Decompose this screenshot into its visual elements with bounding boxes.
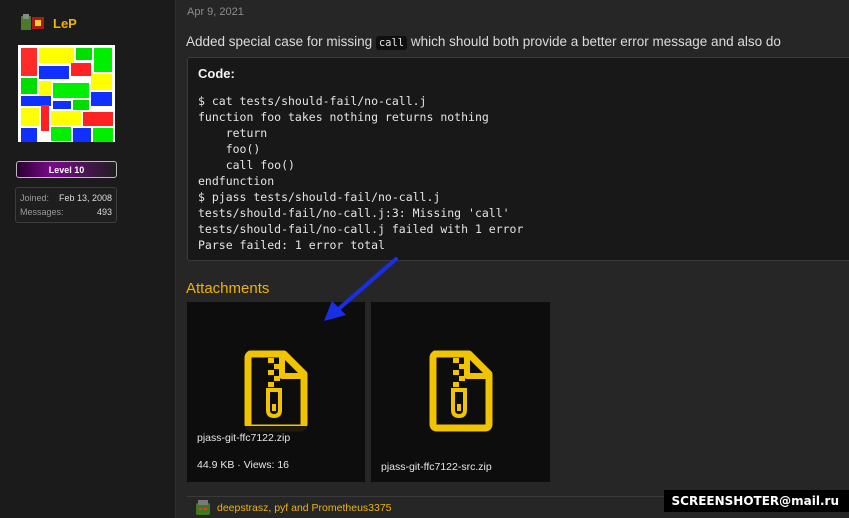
level-badge: Level 10 — [16, 161, 117, 178]
user-sidebar: LeP Level 10 Joined: Feb 13, 2008 Messag — [0, 0, 176, 518]
avatar[interactable] — [18, 45, 115, 142]
code-line: foo() — [198, 142, 261, 156]
code-line: function foo takes nothing returns nothi… — [198, 110, 489, 124]
code-block: Code: $ cat tests/should-fail/no-call.j … — [187, 57, 849, 261]
post-text-part: Added special case for missing — [186, 34, 376, 49]
attachment-stats: 44.9 KB · Views: 16 — [197, 459, 290, 471]
username-link[interactable]: LeP — [53, 16, 77, 31]
reaction-icon — [193, 499, 213, 517]
reactions-users[interactable]: deepstrasz, pyf and Prometheus3375 — [217, 502, 392, 514]
annotation-arrow — [320, 255, 400, 325]
post-text-part: which should both provide a better error… — [407, 34, 781, 49]
code-block-title: Code: — [198, 66, 235, 81]
attachments-heading: Attachments — [186, 280, 270, 297]
watermark: SCREENSHOTER@mail.ru — [663, 490, 849, 512]
attachment-card[interactable]: pjass-git-ffc7122.zip 44.9 KB · Views: 1… — [187, 302, 365, 482]
code-lines[interactable]: $ cat tests/should-fail/no-call.j functi… — [198, 93, 849, 253]
attachment-meta: pjass-git-ffc7122-src.zip — [371, 454, 550, 482]
code-line: $ cat tests/should-fail/no-call.j — [198, 94, 427, 108]
post-date[interactable]: Apr 9, 2021 — [187, 6, 244, 18]
stat-value: Feb 13, 2008 — [58, 193, 112, 203]
code-line: tests/should-fail/no-call.j:3: Missing '… — [198, 206, 510, 220]
stat-label: Messages: — [20, 207, 64, 217]
stat-joined: Joined: Feb 13, 2008 — [20, 191, 112, 205]
user-rank-icon — [19, 13, 47, 33]
code-line: tests/should-fail/no-call.j failed with … — [198, 222, 524, 236]
attachment-filename[interactable]: pjass-git-ffc7122-src.zip — [381, 461, 492, 473]
code-line: endfunction — [198, 174, 275, 188]
attachment-filename[interactable]: pjass-git-ffc7122.zip — [197, 432, 290, 444]
code-line: Parse failed: 1 error total — [198, 238, 385, 252]
stat-value[interactable]: 493 — [97, 205, 112, 219]
user-header: LeP — [19, 13, 77, 33]
attachment-card[interactable]: pjass-git-ffc7122-src.zip — [371, 302, 550, 482]
user-stats: Joined: Feb 13, 2008 Messages: 493 — [15, 187, 117, 223]
post-text: Added special case for missing call whic… — [186, 34, 849, 50]
inline-code: call — [375, 36, 408, 50]
attachment-meta: pjass-git-ffc7122.zip 44.9 KB · Views: 1… — [187, 426, 365, 482]
code-line: return — [198, 126, 268, 140]
code-line: $ pjass tests/should-fail/no-call.j — [198, 190, 441, 204]
stat-label: Joined: — [20, 193, 50, 203]
stat-messages: Messages: 493 — [20, 205, 112, 219]
code-line: call foo() — [198, 158, 295, 172]
zip-file-icon — [244, 350, 308, 432]
zip-file-icon — [429, 350, 493, 432]
